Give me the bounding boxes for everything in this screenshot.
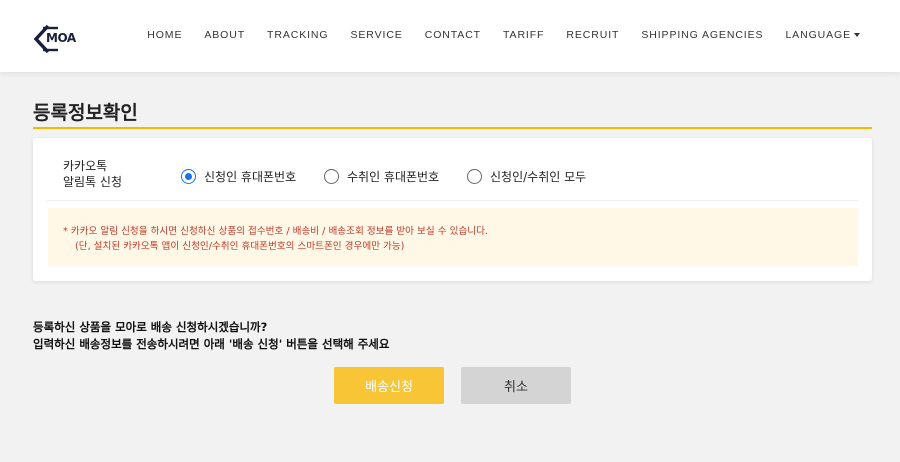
notice-line-2: (단, 설치된 카카오톡 앱이 신청인/수취인 휴대폰번호의 스마트폰인 경우에… — [75, 241, 405, 252]
radio-option-recipient[interactable]: 수취인 휴대폰번호 — [324, 168, 439, 185]
radio-selected-dot — [185, 173, 192, 180]
radio-option-applicant[interactable]: 신청인 휴대폰번호 — [181, 168, 296, 185]
page-title: 등록정보확인 — [33, 102, 138, 124]
confirm-question: 등록하신 상품을 모아로 배송 신청하시겠습니까? — [33, 320, 268, 334]
radio-both[interactable] — [467, 169, 482, 184]
kakao-notification-card: 카카오톡 알림톡 신청 신청인 휴대폰번호 수취인 휴대폰번호 신청인/수취인 … — [33, 138, 872, 281]
notice-line-1: * 카카오 알림 신청을 하시면 신청하신 상품의 접수번호 / 배송비 / 배… — [63, 226, 488, 237]
radio-option-both[interactable]: 신청인/수취인 모두 — [467, 168, 586, 185]
radio-both-label: 신청인/수취인 모두 — [490, 170, 587, 184]
nav-tracking[interactable]: TRACKING — [267, 29, 328, 41]
moa-logo[interactable]: MOA — [34, 25, 86, 53]
kakao-alimtalk-label: 카카오톡 알림톡 신청 — [63, 159, 123, 189]
nav-recruit[interactable]: RECRUIT — [566, 29, 619, 41]
nav-language-label: LANGUAGE — [785, 29, 851, 41]
nav-about[interactable]: ABOUT — [204, 29, 245, 41]
nav-language-dropdown[interactable]: LANGUAGE — [785, 29, 860, 41]
radio-applicant-label: 신청인 휴대폰번호 — [204, 170, 297, 184]
logo-text: MOA — [46, 31, 76, 45]
nav-tariff[interactable]: TARIFF — [503, 29, 544, 41]
radio-recipient[interactable] — [324, 169, 339, 184]
nav-contact[interactable]: CONTACT — [425, 29, 481, 41]
submit-shipping-button[interactable]: 배송신청 — [334, 367, 444, 404]
main-nav: HOME ABOUT TRACKING SERVICE CONTACT TARI… — [147, 29, 860, 41]
caret-down-icon — [854, 33, 860, 38]
title-underline — [33, 127, 872, 129]
radio-recipient-label: 수취인 휴대폰번호 — [347, 170, 440, 184]
nav-shipping-agencies[interactable]: SHIPPING AGENCIES — [641, 29, 763, 41]
site-header: MOA HOME ABOUT TRACKING SERVICE CONTACT … — [0, 0, 900, 72]
card-divider — [47, 200, 858, 201]
nav-service[interactable]: SERVICE — [351, 29, 403, 41]
confirm-instruction: 입력하신 배송정보를 전송하시려면 아래 '배송 신청' 버튼을 선택해 주세요 — [33, 337, 390, 351]
nav-home[interactable]: HOME — [147, 29, 182, 41]
kakao-notice-box: * 카카오 알림 신청을 하시면 신청하신 상품의 접수번호 / 배송비 / 배… — [48, 208, 858, 266]
cancel-button[interactable]: 취소 — [461, 367, 571, 404]
radio-applicant[interactable] — [181, 169, 196, 184]
